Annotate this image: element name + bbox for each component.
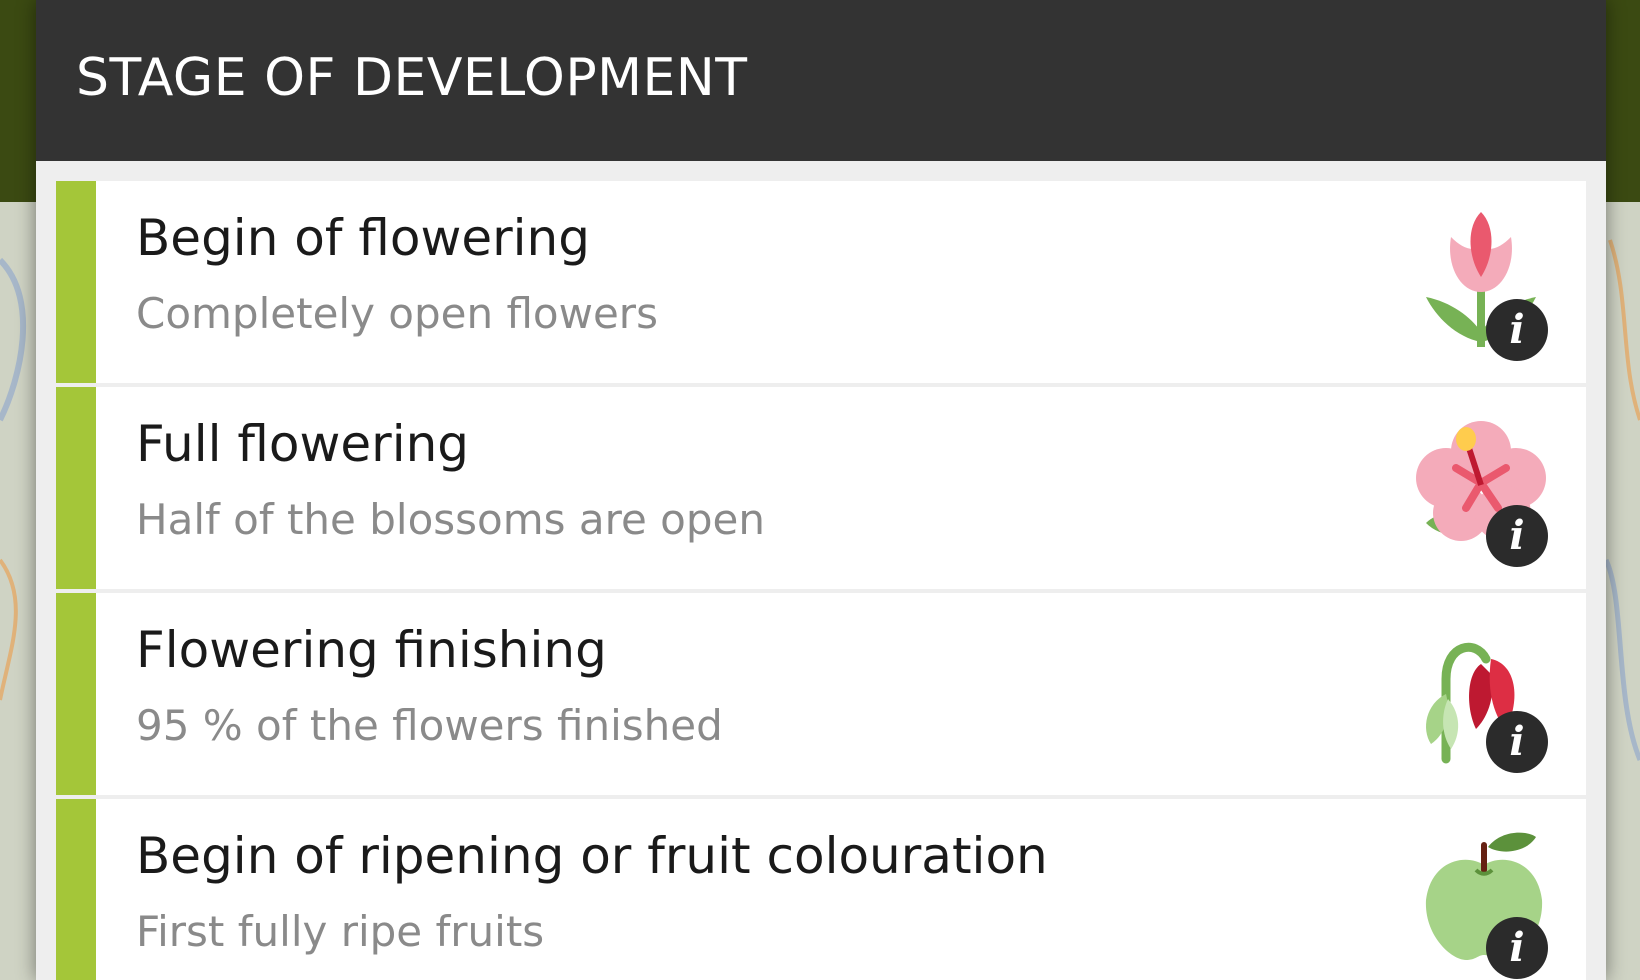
stage-subtitle: Completely open flowers	[136, 289, 658, 338]
info-button[interactable]: i	[1486, 917, 1548, 979]
stage-subtitle: 95 % of the flowers finished	[136, 701, 723, 750]
stage-title: Begin of flowering	[136, 209, 590, 267]
stage-accent-bar	[56, 387, 96, 589]
stage-title: Full flowering	[136, 415, 470, 473]
stage-item-begin-of-flowering[interactable]: Begin of flowering Completely open flowe…	[56, 181, 1586, 383]
info-button[interactable]: i	[1486, 505, 1548, 567]
stage-title: Flowering finishing	[136, 621, 607, 679]
stage-item-full-flowering[interactable]: Full flowering Half of the blossoms are …	[56, 387, 1586, 589]
screen: STAGE OF DEVELOPMENT Begin of flowering …	[0, 0, 1640, 980]
dialog-title-bar: STAGE OF DEVELOPMENT	[36, 0, 1606, 161]
stage-item-begin-of-ripening[interactable]: Begin of ripening or fruit colouration F…	[56, 799, 1586, 980]
stage-subtitle: First fully ripe fruits	[136, 907, 545, 956]
info-button[interactable]: i	[1486, 299, 1548, 361]
stage-accent-bar	[56, 799, 96, 980]
stage-item-flowering-finishing[interactable]: Flowering finishing 95 % of the flowers …	[56, 593, 1586, 795]
stage-accent-bar	[56, 181, 96, 383]
dialog-title: STAGE OF DEVELOPMENT	[76, 48, 748, 108]
stage-accent-bar	[56, 593, 96, 795]
stage-dialog: STAGE OF DEVELOPMENT Begin of flowering …	[36, 0, 1606, 980]
stage-list: Begin of flowering Completely open flowe…	[56, 181, 1586, 980]
info-button[interactable]: i	[1486, 711, 1548, 773]
stage-title: Begin of ripening or fruit colouration	[136, 827, 1048, 885]
stage-subtitle: Half of the blossoms are open	[136, 495, 765, 544]
